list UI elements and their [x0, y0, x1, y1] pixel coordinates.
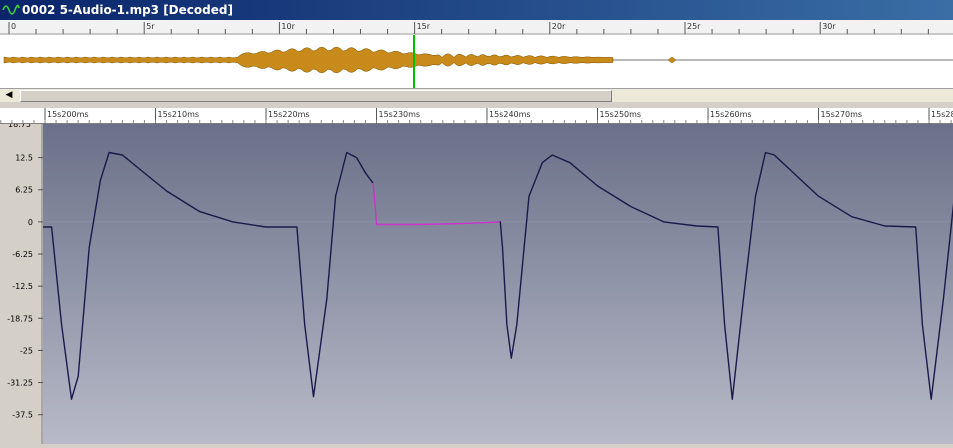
- horizontal-scrollbar[interactable]: ◀: [0, 88, 953, 102]
- waveform-plot[interactable]: [27, 124, 953, 444]
- plot-background: [43, 124, 953, 444]
- overview-tick-label: 30r: [822, 22, 836, 31]
- timeline-label: 15s280: [931, 110, 953, 119]
- timeline-label: 15s200ms: [47, 110, 89, 119]
- timeline-label: 15s220ms: [268, 110, 310, 119]
- scroll-left-arrow-icon[interactable]: ◀: [2, 89, 16, 102]
- overview-tick-label: 5r: [146, 22, 155, 31]
- timeline-label: 15s230ms: [379, 110, 421, 119]
- timeline-label: 15s240ms: [489, 110, 531, 119]
- timeline-ruler-canvas: 15s200ms 15s210ms 15s220ms 15s230ms 15s240ms…: [0, 108, 953, 124]
- overview-tick-label: 25r: [687, 22, 701, 31]
- amplitude-label: -18.75: [7, 314, 33, 323]
- amplitude-label: 6.25: [15, 186, 33, 195]
- overview-tick-label: 0: [11, 22, 16, 31]
- amplitude-label: -6.25: [12, 250, 33, 259]
- window-titlebar: 0002 5-Audio-1.mp3 [Decoded]: [0, 0, 953, 20]
- overview-tick-label: 20r: [552, 22, 566, 31]
- waveform-app-icon: [2, 4, 20, 15]
- amplitude-top-label: 18.75: [8, 124, 31, 129]
- waveform-detail-view[interactable]: [27, 124, 953, 444]
- timeline-label: 15s260ms: [710, 110, 752, 119]
- amplitude-label: 0: [28, 218, 33, 227]
- amplitude-label: -12.5: [12, 282, 33, 291]
- timeline-ruler[interactable]: 15s200ms 15s210ms 15s220ms 15s230ms 15s240ms…: [0, 108, 953, 124]
- amplitude-label: 12.5: [15, 154, 33, 163]
- amplitude-label: -25: [20, 346, 33, 355]
- timeline-label: 15s270ms: [821, 110, 863, 119]
- overview-tick-label: 10r: [281, 22, 295, 31]
- amplitude-label: -31.25: [7, 379, 33, 388]
- waveform-overview[interactable]: 0 5r 10r 15r 20r 25r 30r: [0, 20, 953, 88]
- amplitude-label: -37.5: [12, 411, 33, 420]
- amplitude-axis-canvas: 18.75 12.5 6.25 0 -6.25 -12.5 -18.75 -25 -31.25 -…: [7, 124, 43, 444]
- timeline-label: 15s210ms: [158, 110, 200, 119]
- scrollbar-thumb[interactable]: [20, 90, 612, 102]
- timeline-label: 15s250ms: [600, 110, 642, 119]
- overview-canvas[interactable]: 0 5r 10r 15r 20r 25r 30r: [0, 20, 953, 88]
- overview-tick-label: 15r: [417, 22, 431, 31]
- window-title: 0002 5-Audio-1.mp3 [Decoded]: [22, 3, 233, 17]
- amplitude-axis: 18.75 12.5 6.25 0 -6.25 -12.5 -18.75 -25 -31.25 -…: [0, 124, 43, 444]
